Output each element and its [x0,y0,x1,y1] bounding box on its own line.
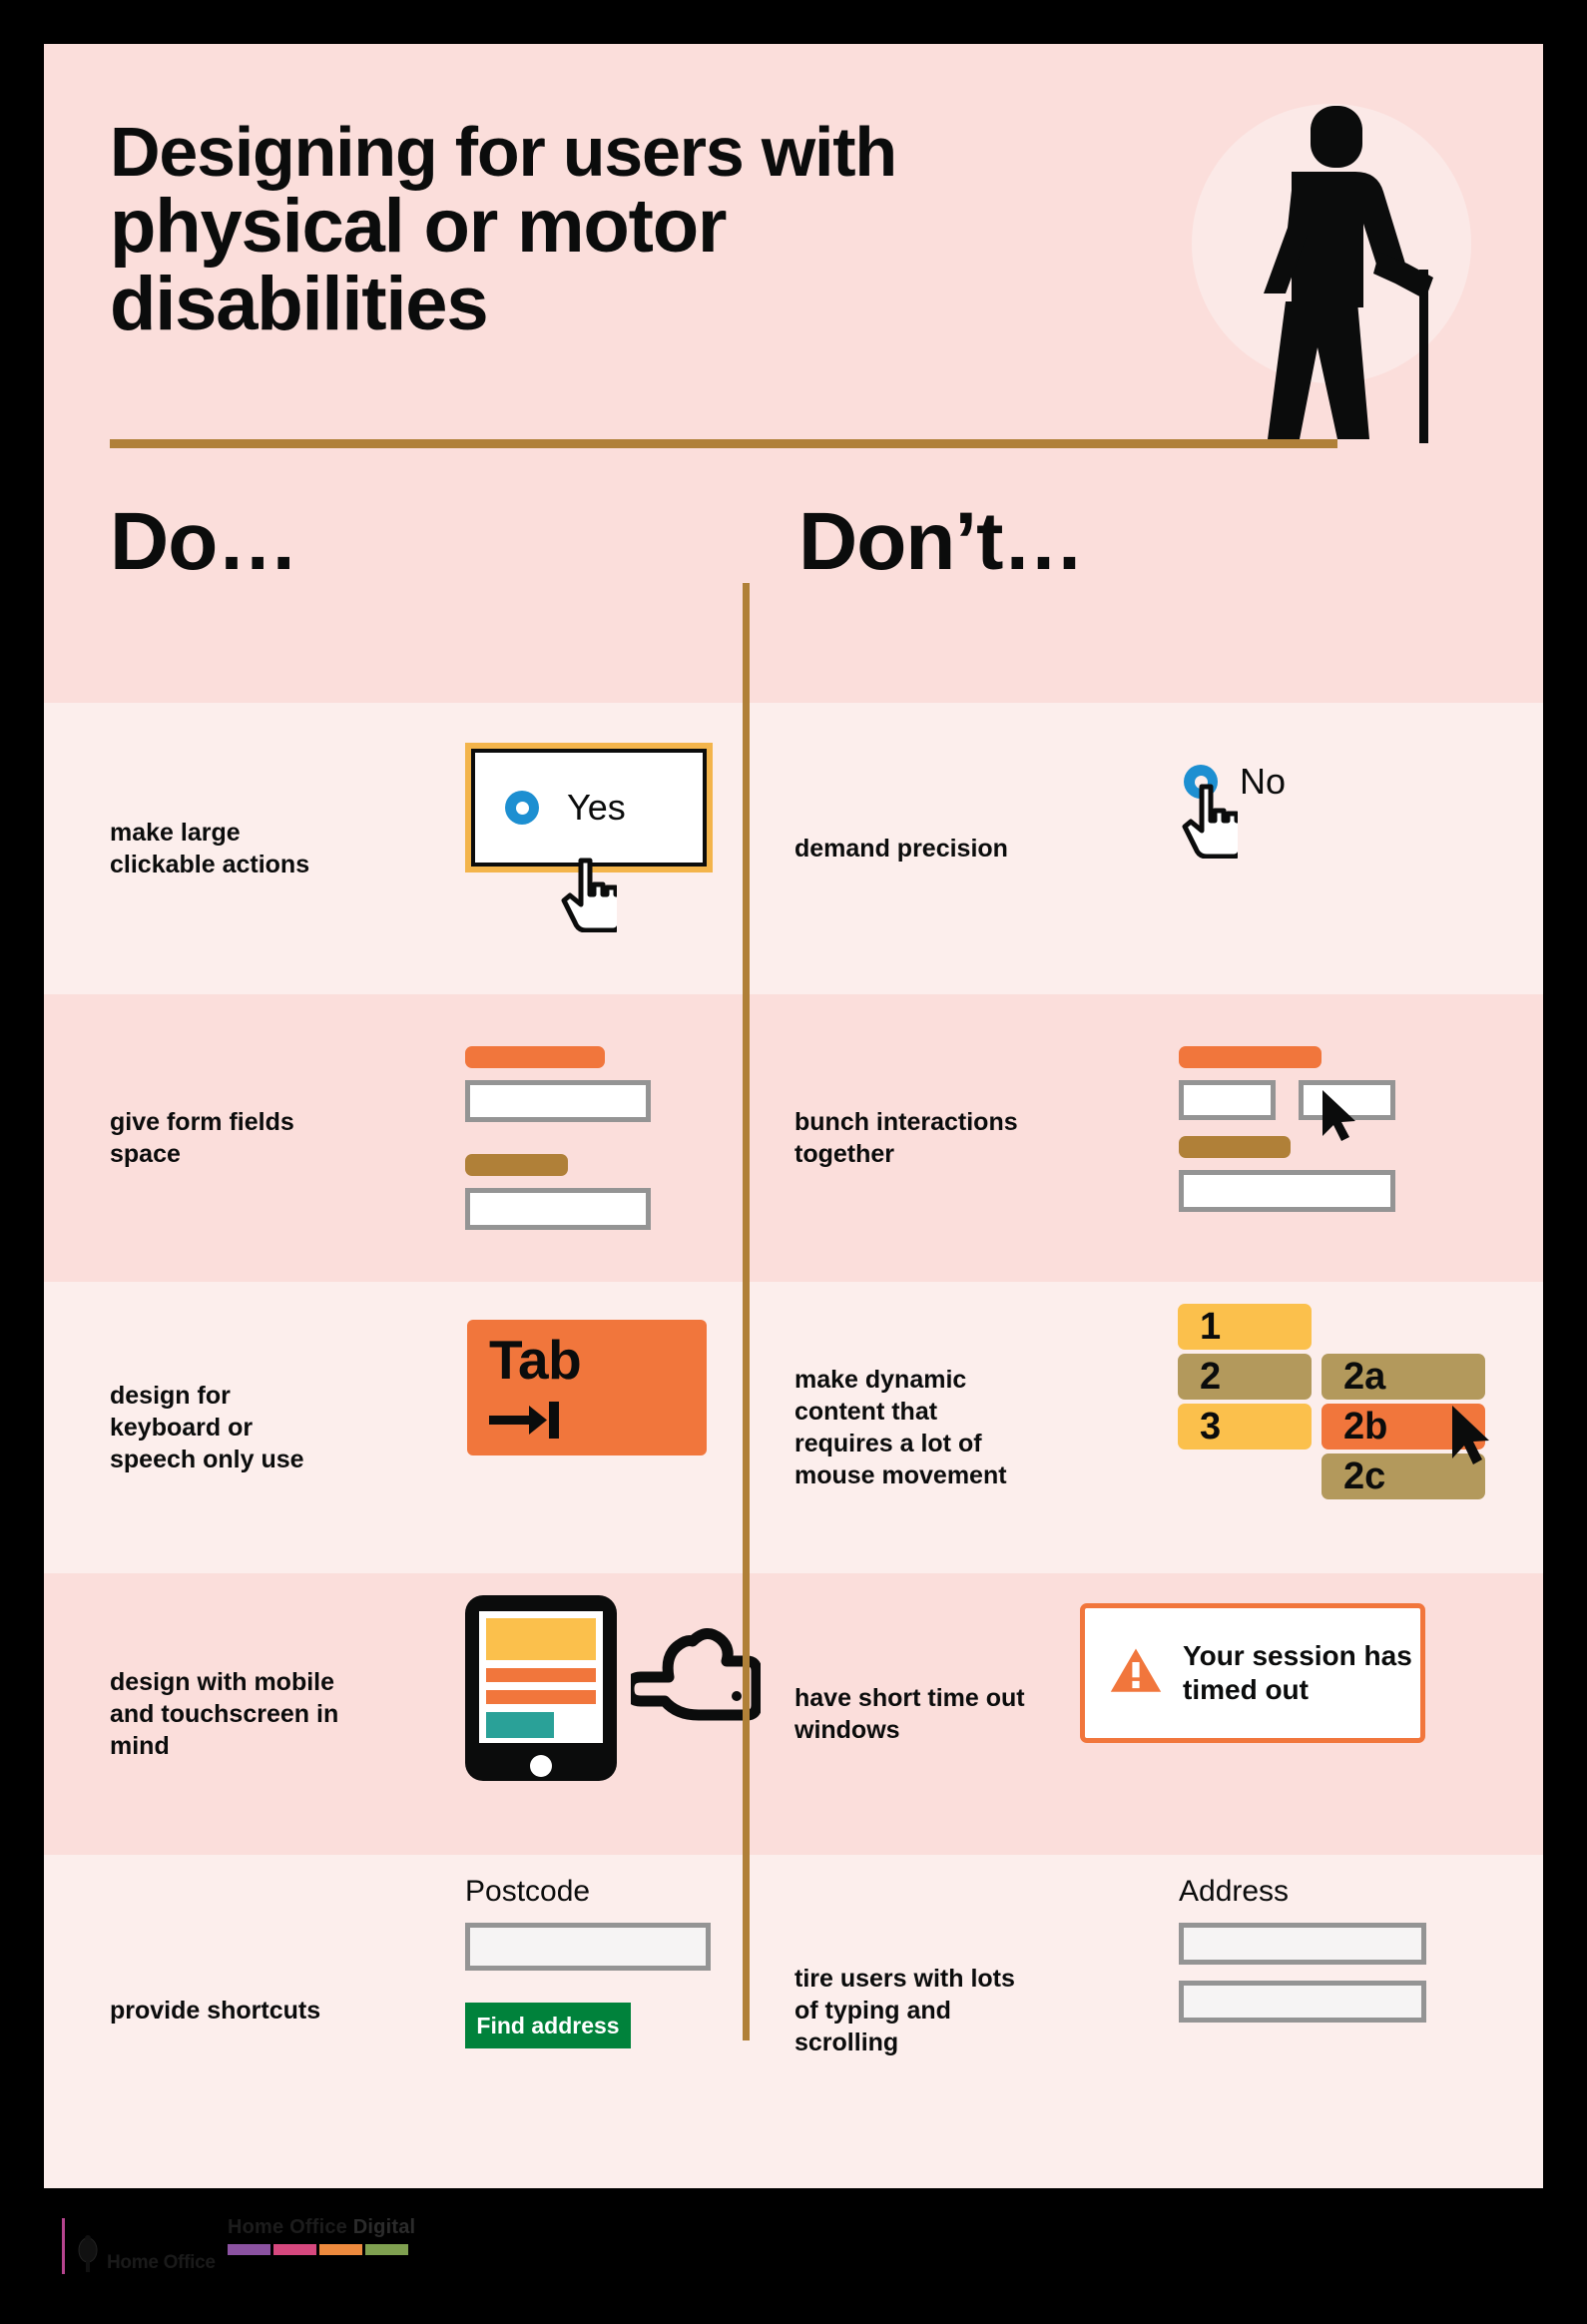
dont-cell-3: make dynamic content that requires a lot… [743,1282,1543,1573]
person-with-cane-icon [1174,84,1483,443]
do-art-3: Tab [343,1282,743,1573]
tablet-icon [465,1595,617,1781]
hod-text-1: Home Office [228,2216,353,2238]
dont-cell-1: demand precision No [743,703,1543,994]
column-headings: Do… Don’t… [44,495,1543,655]
form-label-bar [1179,1046,1322,1068]
row-mobile-touchscreen: design with mobile and touchscreen in mi… [44,1573,1543,1855]
hand-pointer-cursor [1182,781,1244,860]
postcode-input[interactable] [465,1923,711,1971]
arrow-cursor [1319,1088,1358,1149]
form-label-bar [465,1154,568,1176]
do-caption-1: make large clickable actions [110,819,310,878]
do-art-4 [343,1573,763,1855]
home-office-digital-text: Home Office Digital [228,2216,415,2239]
content-block-1[interactable]: 1 [1178,1304,1312,1350]
tab-arrow-icon [489,1400,565,1445]
hod-text-2: Digital [352,2216,416,2238]
title-line-2: physical or motor [110,184,727,270]
tab-key[interactable]: Tab [467,1320,707,1455]
do-caption-4: design with mobile and touchscreen in mi… [110,1668,339,1760]
form-text-input[interactable] [465,1080,651,1122]
dont-art-2 [1032,994,1543,1282]
column-divider [743,583,750,2040]
address-input-line-2[interactable] [1179,1981,1426,2023]
form-text-input[interactable] [1179,1080,1276,1120]
content-block-3[interactable]: 3 [1178,1404,1312,1450]
home-office-logo: Home Office [62,2218,216,2274]
arrow-cursor [1447,1404,1493,1472]
dont-cell-5: tire users with lots of typing and scrol… [743,1855,1543,2166]
row-keyboard-only: design for keyboard or speech only use T… [44,1282,1543,1573]
form-label-bar [465,1046,605,1068]
title-line-3: disabilities [110,262,489,347]
dont-caption-5: tire users with lots of typing and scrol… [794,1965,1015,2056]
radio-no-label: No [1240,761,1287,802]
home-office-digital-logo: Home Office Digital [228,2216,415,2255]
poster: Designing for users with physical or mot… [44,44,1543,2188]
crest-icon [75,2234,101,2274]
do-art-5: Postcode Find address [343,1855,743,2166]
form-text-input[interactable] [465,1188,651,1230]
row-clickable-actions: make large clickable actions Yes demand … [44,703,1543,994]
poster-footer: Home Office Home Office Digital [0,2188,1587,2324]
do-cell-2: give form fields space [44,994,743,1282]
row-shortcuts: provide shortcuts Postcode Find address … [44,1855,1543,2166]
dont-art-3: 1 2 3 2a 2b 2c [1032,1282,1543,1573]
content-block-2[interactable]: 2 [1178,1354,1312,1400]
do-caption-3: design for keyboard or speech only use [110,1382,304,1473]
do-cell-3: design for keyboard or speech only use T… [44,1282,743,1573]
content-block-2a[interactable]: 2a [1322,1354,1485,1400]
guidance-rows: make large clickable actions Yes demand … [44,703,1543,2166]
dont-cell-2: bunch interactions together [743,994,1543,1282]
dont-caption-4: have short time out windows [794,1684,1025,1744]
address-label: Address [1179,1875,1290,1908]
do-art-2 [343,994,743,1282]
home-office-logo-text: Home Office [107,2252,216,2273]
dont-caption-1: demand precision [794,835,1008,863]
dont-art-4: Your session has timed out [1032,1573,1543,1855]
dont-caption-3: make dynamic content that requires a lot… [794,1366,1007,1489]
warning-triangle-icon [1109,1646,1163,1701]
do-caption-5: provide shortcuts [110,1997,321,2025]
session-timeout-alert: Your session has timed out [1080,1603,1425,1743]
form-text-input[interactable] [1179,1170,1395,1212]
dont-art-1: No [1032,703,1543,994]
row-form-field-space: give form fields space bunch interaction… [44,994,1543,1282]
do-cell-4: design with mobile and touchscreen in mi… [44,1573,763,1855]
title-line-1: Designing for users with [110,113,897,191]
hod-color-bars [228,2244,415,2255]
dont-heading: Don’t… [798,496,1084,587]
radio-yes-icon[interactable] [505,791,539,825]
page-title: Designing for users with physical or mot… [110,116,1108,344]
do-cell-1: make large clickable actions Yes [44,703,743,994]
session-timeout-text: Your session has timed out [1183,1639,1412,1705]
poster-header: Designing for users with physical or mot… [44,44,1543,703]
hand-pointer-cursor [561,855,623,933]
tab-key-label: Tab [489,1329,582,1391]
form-label-bar [1179,1136,1291,1158]
dont-cell-4: have short time out windows Your session… [743,1573,1543,1855]
address-input-line-1[interactable] [1179,1923,1426,1965]
header-rule [110,439,1337,448]
do-heading: Do… [110,496,298,587]
do-caption-2: give form fields space [110,1108,294,1168]
dont-art-5: Address [1032,1855,1543,2166]
do-cell-5: provide shortcuts Postcode Find address [44,1855,743,2166]
pointing-hand-icon [623,1627,763,1738]
do-art-1: Yes [343,703,743,994]
large-clickable-option[interactable]: Yes [465,743,713,872]
radio-yes-label: Yes [567,787,626,828]
postcode-label: Postcode [465,1875,591,1908]
dont-caption-2: bunch interactions together [794,1108,1018,1168]
find-address-button[interactable]: Find address [465,2003,631,2048]
